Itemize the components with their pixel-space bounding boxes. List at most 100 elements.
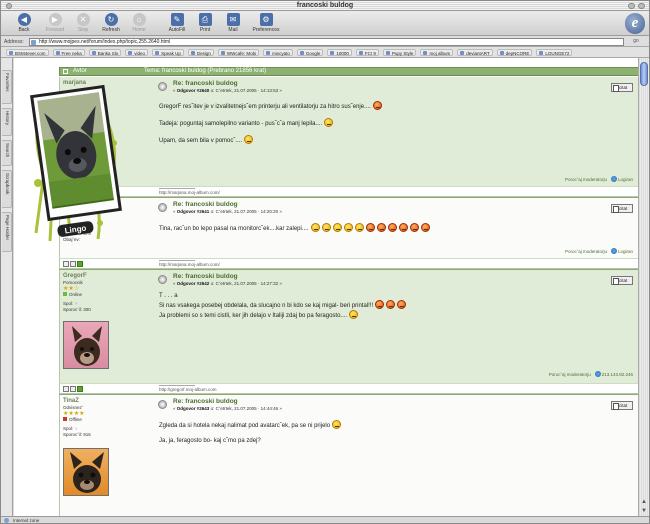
bulldog-avatar-icon: Lingo bbox=[30, 84, 122, 242]
favorite-link[interactable]: video bbox=[125, 49, 149, 56]
post-title[interactable]: Re: francoski buldog bbox=[173, 273, 633, 280]
logged-icon bbox=[610, 248, 617, 254]
ip-address: 213.143.82.246 bbox=[601, 372, 633, 377]
quote-button[interactable]: citat bbox=[611, 401, 633, 410]
print-icon: ⎙ bbox=[198, 13, 212, 26]
address-input[interactable]: http://www.mojpes.net/forum/index.php/to… bbox=[29, 38, 624, 46]
favorite-link[interactable]: Speak Up bbox=[152, 49, 184, 56]
smiley-icon bbox=[321, 223, 331, 232]
favorite-link[interactable]: deviantART bbox=[457, 49, 493, 56]
favorite-link[interactable]: depNCORE bbox=[496, 49, 533, 56]
smiley-icon bbox=[324, 118, 334, 127]
back-button[interactable]: ◀ Back bbox=[10, 12, 38, 35]
avatar bbox=[63, 448, 109, 496]
pm-icon[interactable] bbox=[77, 261, 83, 267]
pm-icon[interactable] bbox=[77, 386, 83, 392]
smiley-icon bbox=[386, 300, 396, 309]
post-count: Sporocˇil: 916 bbox=[63, 432, 91, 437]
smiley-icon bbox=[372, 101, 382, 110]
favorite-link[interactable]: Design bbox=[187, 49, 214, 56]
report-to-moderator-link[interactable]: Porocˇaj moderatorju bbox=[565, 177, 607, 182]
favorite-link[interactable]: Pupy Style bbox=[382, 49, 417, 56]
profile-icon[interactable] bbox=[63, 386, 69, 392]
mail-button[interactable]: ✉ Mail bbox=[219, 12, 247, 35]
explorer-logo-icon: e bbox=[625, 13, 645, 34]
tab-scrapbook[interactable]: Scrapbook bbox=[2, 170, 12, 208]
rank-stars: ★★★★ bbox=[63, 411, 85, 417]
smiley-icon bbox=[397, 300, 407, 309]
post-title[interactable]: Re: francoski buldog bbox=[173, 398, 633, 405]
stop-button[interactable]: ✕ Stop bbox=[69, 12, 97, 35]
report-to-moderator-link[interactable]: Porocˇaj moderatorju bbox=[549, 372, 591, 377]
favorite-link[interactable]: mixcyato bbox=[263, 49, 293, 56]
smiley-icon bbox=[332, 420, 342, 429]
favorite-link[interactable]: BSM4ever.com bbox=[6, 49, 49, 56]
favorite-link[interactable]: Google bbox=[296, 49, 324, 56]
smiley-icon bbox=[387, 223, 397, 232]
post-body: T . . . a Si nas vsakega posebej obdelal… bbox=[159, 292, 633, 320]
report-line: Porocˇaj moderatorju Logiran bbox=[565, 176, 633, 182]
post-signature: http://marjana.moj-album.com/ bbox=[59, 186, 638, 197]
smiley-icon bbox=[365, 223, 375, 232]
print-button[interactable]: ⎙ Print bbox=[191, 12, 219, 35]
go-button[interactable]: go bbox=[629, 38, 643, 46]
post-body: Zgleda da si hotela nekaj nalimat pod av… bbox=[159, 420, 633, 445]
topic-title: Tema: francoski buldog (Prebrano 21856 k… bbox=[144, 68, 267, 74]
address-url: http://www.mojpes.net/forum/index.php/to… bbox=[39, 39, 171, 45]
tab-search[interactable]: Search bbox=[2, 140, 12, 166]
author-column-label: Avtor bbox=[73, 68, 87, 74]
home-button[interactable]: ⌂ Home bbox=[125, 12, 153, 35]
post-author[interactable]: TinaZ bbox=[63, 398, 153, 404]
home-icon: ⌂ bbox=[132, 13, 146, 26]
favorites-bar: BSM4ever.com Free neka Banka Slo video Speak… bbox=[1, 47, 649, 58]
vertical-scrollbar[interactable]: ▲ ▼ bbox=[638, 58, 649, 516]
forward-button[interactable]: ▶ Forward bbox=[41, 12, 69, 35]
profile-icon[interactable] bbox=[63, 261, 69, 267]
minimize-window-icon[interactable] bbox=[628, 3, 635, 9]
smiley-icon bbox=[343, 223, 353, 232]
scrollbar-thumb[interactable] bbox=[640, 62, 648, 86]
favorite-link[interactable]: FCI 9 bbox=[355, 49, 379, 56]
smiley-icon bbox=[398, 223, 408, 232]
zone-icon bbox=[4, 518, 9, 523]
zoom-window-icon[interactable] bbox=[638, 3, 645, 9]
autofill-button[interactable]: ✎ AutoFill bbox=[163, 12, 191, 35]
report-to-moderator-link[interactable]: Porocˇaj moderatorju bbox=[565, 249, 607, 254]
quote-button[interactable]: citat bbox=[611, 204, 633, 213]
signature-link[interactable]: http://marjana.moj-album.com/ bbox=[159, 190, 220, 195]
post-icon bbox=[158, 400, 167, 409]
tab-history[interactable]: History bbox=[2, 108, 12, 136]
explorer-sidebar: Favorites History Search Scrapbook Page … bbox=[1, 58, 13, 516]
favorite-link[interactable]: Banka Slo bbox=[88, 49, 122, 56]
preferences-button[interactable]: ⚙ Preferences bbox=[249, 12, 283, 35]
mail-icon: ✉ bbox=[226, 13, 240, 26]
email-icon[interactable] bbox=[70, 386, 76, 392]
favorite-link[interactable]: WWcafe: Mobi bbox=[217, 49, 260, 56]
signature-link[interactable]: http://marjana.moj-album.com/ bbox=[159, 262, 220, 267]
report-line: Porocˇaj moderatorju Logiran bbox=[565, 248, 633, 254]
smiley-icon bbox=[244, 135, 254, 144]
tab-page-holder[interactable]: Page Holder bbox=[2, 212, 12, 252]
post-author[interactable]: GregorF bbox=[63, 273, 153, 279]
favorite-link[interactable]: LOUNGE72 bbox=[536, 49, 573, 56]
post-title[interactable]: Re: francoski buldog bbox=[173, 80, 633, 87]
quote-button[interactable]: citat bbox=[611, 83, 633, 92]
scroll-up-icon[interactable]: ▲ bbox=[640, 498, 648, 506]
signature-link[interactable]: http://gregorf.moj-album.com bbox=[159, 387, 217, 392]
post-meta: « Odgovor #2641 o: Cˇetrtek, 21.07.2005 … bbox=[173, 209, 282, 214]
post-count: Sporocˇil: 300 bbox=[63, 307, 91, 312]
favorite-link[interactable]: moj album bbox=[420, 49, 454, 56]
avatar: Lingo bbox=[30, 83, 122, 242]
email-icon[interactable] bbox=[70, 261, 76, 267]
favorite-link[interactable]: 10000 bbox=[327, 49, 352, 56]
scroll-down-icon[interactable]: ▼ bbox=[640, 507, 648, 515]
quote-button[interactable]: citat bbox=[611, 276, 633, 285]
post-title[interactable]: Re: francoski buldog bbox=[173, 201, 633, 208]
tab-favorites[interactable]: Favorites bbox=[2, 70, 12, 104]
address-label: Address: bbox=[4, 39, 24, 45]
logged-label: Logiran bbox=[617, 249, 633, 254]
favorite-link[interactable]: Free neka bbox=[52, 49, 85, 56]
refresh-button[interactable]: ↻ Refresh bbox=[97, 12, 125, 35]
post-body: Tina, racˇun bo lepo pasal na monitorcˇe… bbox=[159, 223, 633, 233]
forum-post: Sporocˇil: 379 Obajˇev: Re: francoski bu… bbox=[59, 198, 638, 258]
